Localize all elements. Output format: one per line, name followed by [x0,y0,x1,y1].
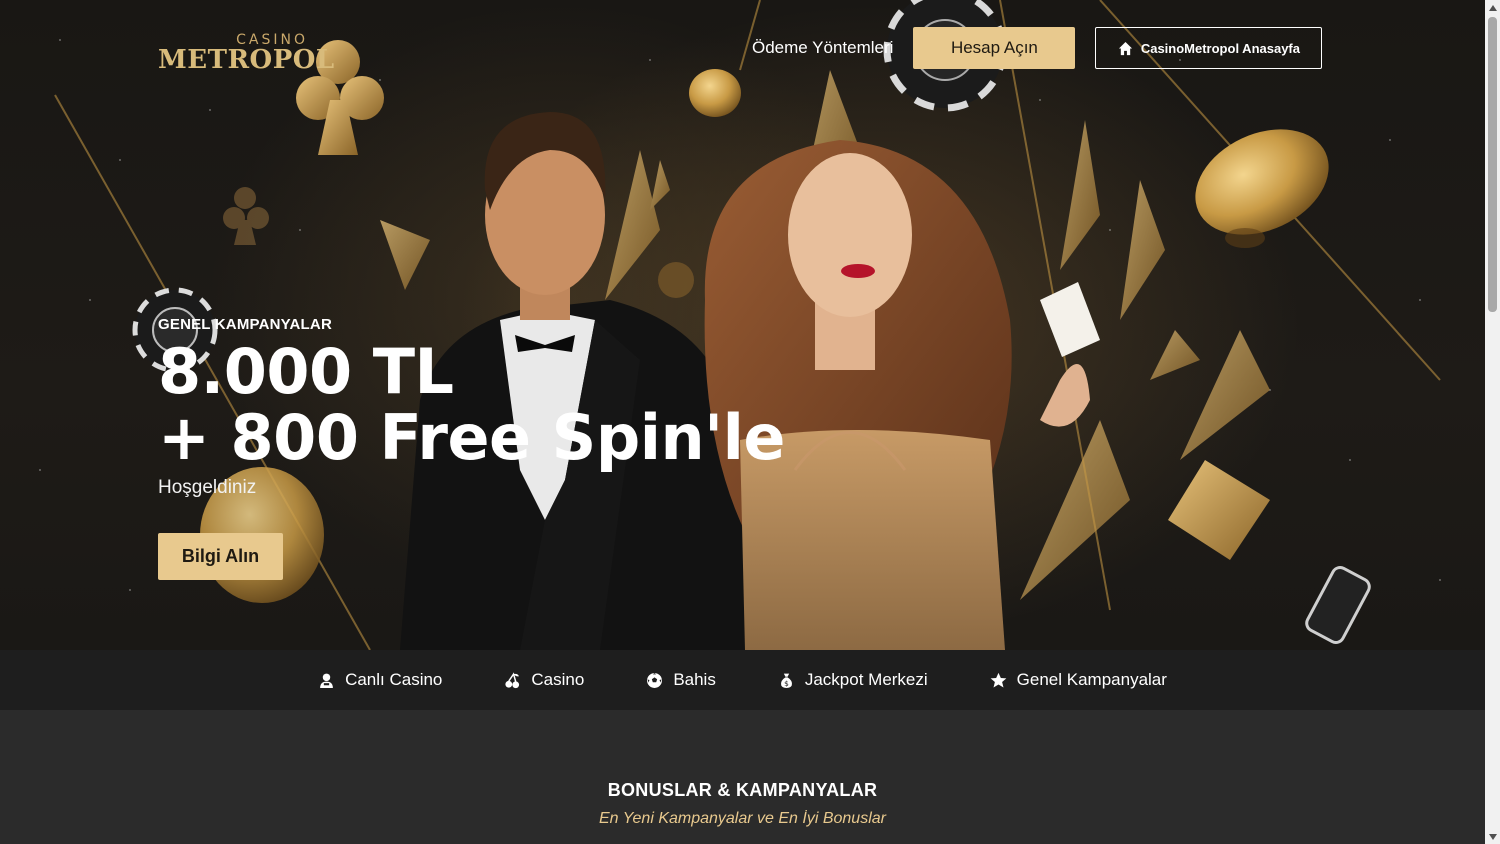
top-navigation: Ödeme Yöntemleri Hesap Açın CasinoMetrop… [752,27,1323,69]
scroll-down-arrow-icon[interactable] [1485,829,1500,844]
home-page-button[interactable]: CasinoMetropol Anasayfa [1095,27,1323,69]
bonus-section-subtitle: En Yeni Kampanyalar ve En İyi Bonuslar [599,810,886,827]
hero-headline-line2: + 800 Free Spin'le [158,401,785,474]
scrollbar-thumb[interactable] [1488,17,1497,312]
home-icon [1118,41,1132,55]
category-betting[interactable]: Bahis [646,670,716,690]
hero-eyebrow: GENEL KAMPANYALAR [158,316,332,333]
category-label: Casino [531,670,585,689]
hero-content: GENEL KAMPANYALAR 8.000 TL + 800 Free Sp… [158,316,785,580]
category-label: Bahis [673,670,716,689]
category-casino[interactable]: Casino [504,670,584,690]
category-general-promotions[interactable]: Genel Kampanyalar [990,670,1167,690]
cherries-icon [505,671,520,688]
category-bar: Canlı Casino Casino Bahis $ Jackpot Merk… [0,650,1485,710]
money-bag-icon: $ [780,673,792,688]
category-label: Genel Kampanyalar [1016,670,1167,689]
dealer-icon [320,673,333,688]
category-jackpot-center[interactable]: $ Jackpot Merkezi [778,670,928,690]
hero-banner: CASINO METROPOL Ödeme Yöntemleri Hesap A… [0,0,1485,650]
scroll-up-arrow-icon[interactable] [1485,0,1500,15]
category-label: Jackpot Merkezi [804,670,928,689]
star-icon [990,672,1007,688]
bonus-section: BONUSLAR & KAMPANYALAR En Yeni Kampanyal… [0,710,1485,844]
casino-metropol-logo[interactable]: CASINO METROPOL [158,32,334,76]
page-scrollbar[interactable] [1485,0,1500,844]
hero-subline: Hoşgeldiniz [158,477,257,498]
home-page-label: CasinoMetropol Anasayfa [1140,40,1300,56]
category-label: Canlı Casino [345,670,443,689]
logo-metropol-word: METROPOL [158,45,335,75]
hero-headline: 8.000 TL + 800 Free Spin'le [158,339,785,471]
bonus-section-title: BONUSLAR & KAMPANYALAR [607,780,878,800]
get-info-button[interactable]: Bilgi Alın [158,533,283,580]
payment-methods-link[interactable]: Ödeme Yöntemleri [752,38,893,58]
open-account-button[interactable]: Hesap Açın [913,27,1076,69]
category-live-casino[interactable]: Canlı Casino [318,670,442,690]
football-icon [647,672,663,688]
svg-text:$: $ [784,678,789,687]
hero-headline-line1: 8.000 TL [158,335,454,408]
